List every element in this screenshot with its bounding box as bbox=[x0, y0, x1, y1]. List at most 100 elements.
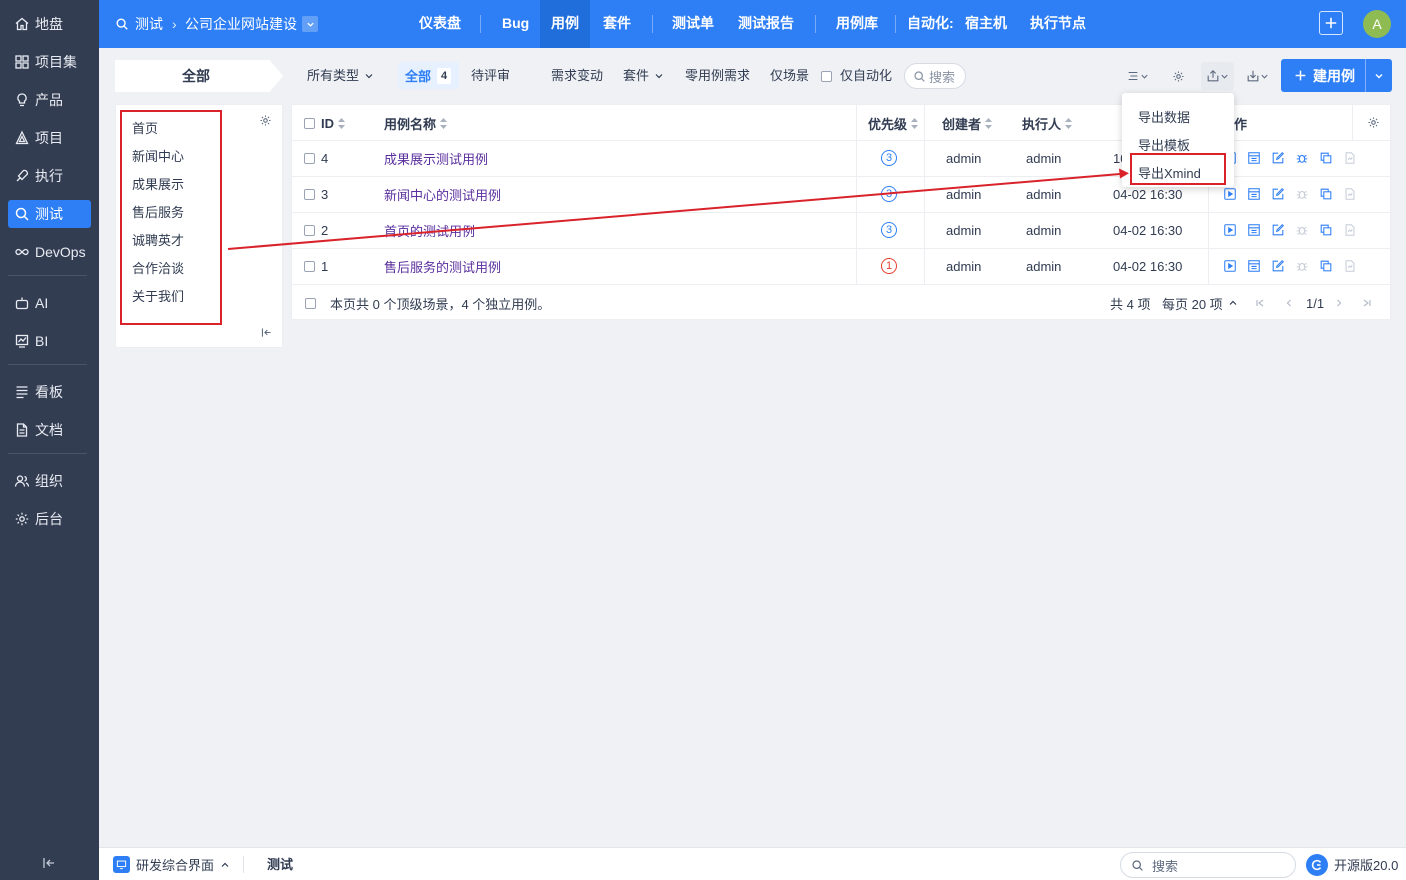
sidebar-item-devops[interactable]: DevOps bbox=[8, 238, 91, 266]
tab-scene-only[interactable]: 仅场景 bbox=[770, 62, 809, 90]
create-plus-button[interactable] bbox=[1319, 11, 1343, 35]
col-executor-header[interactable]: 执行人 bbox=[1022, 105, 1073, 141]
checkbox[interactable] bbox=[821, 70, 832, 82]
project-switcher[interactable]: 公司企业网站建设 bbox=[185, 0, 318, 48]
tab-testtask[interactable]: 测试单 bbox=[661, 0, 725, 48]
case-name-link[interactable]: 新闻中心的测试用例 bbox=[384, 176, 501, 212]
edit-icon[interactable] bbox=[1270, 186, 1286, 202]
col-id-label: ID bbox=[321, 115, 334, 131]
sidebar-item-label: 项目集 bbox=[35, 54, 77, 70]
row-id: 3 bbox=[321, 186, 329, 202]
sidebar-item-bi[interactable]: BI bbox=[8, 327, 91, 355]
edit-icon[interactable] bbox=[1270, 222, 1286, 238]
edit-icon[interactable] bbox=[1270, 150, 1286, 166]
results-icon[interactable] bbox=[1246, 150, 1262, 166]
collapse-tree-icon[interactable] bbox=[260, 326, 273, 339]
run-icon[interactable] bbox=[1222, 186, 1238, 202]
col-id-header[interactable]: ID bbox=[304, 105, 345, 141]
settings-button[interactable] bbox=[1168, 62, 1188, 90]
prev-page-icon[interactable] bbox=[1284, 298, 1294, 308]
tab-suite-dropdown[interactable]: 套件 bbox=[623, 62, 664, 90]
gear-icon[interactable] bbox=[259, 114, 272, 127]
row-checkbox[interactable] bbox=[304, 224, 315, 236]
copy-icon[interactable] bbox=[1318, 150, 1334, 166]
sidebar-item-execution[interactable]: 执行 bbox=[8, 162, 91, 190]
row-checkbox[interactable] bbox=[304, 260, 315, 272]
create-case-label: 建用例 bbox=[1313, 67, 1355, 84]
row-checkbox[interactable] bbox=[304, 152, 315, 164]
results-icon[interactable] bbox=[1246, 222, 1262, 238]
edit-icon[interactable] bbox=[1270, 258, 1286, 274]
avatar[interactable]: A bbox=[1363, 10, 1391, 38]
first-page-icon[interactable] bbox=[1255, 298, 1265, 308]
collapse-sidebar-icon[interactable] bbox=[41, 855, 57, 871]
tab-cases[interactable]: 用例 bbox=[540, 0, 590, 48]
run-icon[interactable] bbox=[1222, 222, 1238, 238]
case-name-link[interactable]: 首页的测试用例 bbox=[384, 212, 475, 248]
module-scope-all[interactable]: 全部 bbox=[115, 60, 283, 92]
col-name-header[interactable]: 用例名称 bbox=[384, 105, 448, 141]
col-priority-header[interactable]: 优先级 bbox=[868, 105, 919, 141]
search-input[interactable]: 搜索 bbox=[904, 63, 966, 89]
module-breadcrumb[interactable]: 测试 › bbox=[115, 0, 186, 48]
sidebar-item-dashboard[interactable]: 地盘 bbox=[8, 10, 91, 38]
type-filter-dropdown[interactable]: 所有类型 bbox=[307, 62, 374, 90]
view-mode-dropdown[interactable] bbox=[1122, 62, 1152, 90]
tab-exec-node[interactable]: 执行节点 bbox=[1019, 0, 1097, 48]
sidebar-item-org[interactable]: 组织 bbox=[8, 467, 91, 495]
import-dropdown-button[interactable] bbox=[1241, 62, 1273, 90]
sidebar-item-program[interactable]: 项目集 bbox=[8, 48, 91, 76]
sidebar-item-ai[interactable]: AI bbox=[8, 289, 91, 317]
last-page-icon[interactable] bbox=[1362, 298, 1372, 308]
copy-icon[interactable] bbox=[1318, 186, 1334, 202]
search-icon bbox=[15, 207, 29, 221]
global-search-input[interactable]: 搜索 bbox=[1120, 852, 1296, 878]
export-template-item[interactable]: 导出模板 bbox=[1138, 135, 1190, 154]
tab-host[interactable]: 宿主机 bbox=[954, 0, 1018, 48]
gear-icon[interactable] bbox=[1367, 116, 1380, 129]
sidebar-item-label: 文档 bbox=[35, 422, 63, 438]
tab-suite[interactable]: 套件 bbox=[592, 0, 642, 48]
sidebar-item-product[interactable]: 产品 bbox=[8, 86, 91, 114]
table-footer: 本页共 0 个顶级场景，4 个独立用例。 共 4 项 每页 20 项 1/1 bbox=[292, 285, 1392, 321]
per-page-dropdown[interactable]: 每页 20 项 bbox=[1162, 294, 1238, 313]
tab-zero-case[interactable]: 零用例需求 bbox=[685, 62, 750, 90]
sidebar-item-doc[interactable]: 文档 bbox=[8, 416, 91, 444]
results-icon[interactable] bbox=[1246, 258, 1262, 274]
case-name-link[interactable]: 售后服务的测试用例 bbox=[384, 248, 501, 284]
tab-bug[interactable]: Bug bbox=[491, 0, 540, 48]
row-checkbox[interactable] bbox=[304, 188, 315, 200]
priority-badge: 3 bbox=[881, 150, 897, 166]
auto-only-checkbox[interactable]: 仅自动化 bbox=[821, 62, 892, 90]
sidebar-item-admin[interactable]: 后台 bbox=[8, 505, 91, 533]
footer-select-all-checkbox[interactable] bbox=[305, 297, 316, 309]
results-icon[interactable] bbox=[1246, 186, 1262, 202]
create-case-button[interactable]: 建用例 bbox=[1281, 59, 1392, 92]
tab-need-change[interactable]: 需求变动 bbox=[551, 62, 603, 90]
tab-all[interactable]: 全部 4 bbox=[398, 62, 459, 89]
tab-caselib[interactable]: 用例库 bbox=[825, 0, 889, 48]
tab-testreport[interactable]: 测试报告 bbox=[727, 0, 805, 48]
executor-cell: admin bbox=[1026, 186, 1062, 202]
next-page-icon[interactable] bbox=[1334, 298, 1344, 308]
tab-dashboard[interactable]: 仪表盘 bbox=[408, 0, 472, 48]
sidebar-item-project[interactable]: 项目 bbox=[8, 124, 91, 152]
tab-wait-review[interactable]: 待评审 bbox=[471, 62, 510, 90]
select-all-checkbox[interactable] bbox=[304, 117, 315, 129]
case-name-link[interactable]: 成果展示测试用例 bbox=[384, 140, 488, 176]
sidebar-item-test[interactable]: 测试 bbox=[8, 200, 91, 228]
bug-icon[interactable] bbox=[1294, 150, 1310, 166]
total-count: 共 4 项 bbox=[1110, 296, 1151, 312]
create-case-dropdown[interactable] bbox=[1366, 71, 1392, 81]
col-creator-header[interactable]: 创建者 bbox=[942, 105, 993, 141]
copy-icon[interactable] bbox=[1318, 258, 1334, 274]
export-data-item[interactable]: 导出数据 bbox=[1138, 107, 1190, 126]
interface-mode-switch[interactable]: 研发综合界面 bbox=[113, 848, 230, 880]
create-case-main[interactable]: 建用例 bbox=[1281, 66, 1365, 86]
breadcrumb-separator-icon: › bbox=[172, 16, 177, 32]
sidebar-item-kanban[interactable]: 看板 bbox=[8, 378, 91, 406]
version-info[interactable]: 开源版20.0 bbox=[1306, 848, 1398, 880]
export-dropdown-button[interactable] bbox=[1201, 62, 1234, 90]
run-icon[interactable] bbox=[1222, 258, 1238, 274]
copy-icon[interactable] bbox=[1318, 222, 1334, 238]
